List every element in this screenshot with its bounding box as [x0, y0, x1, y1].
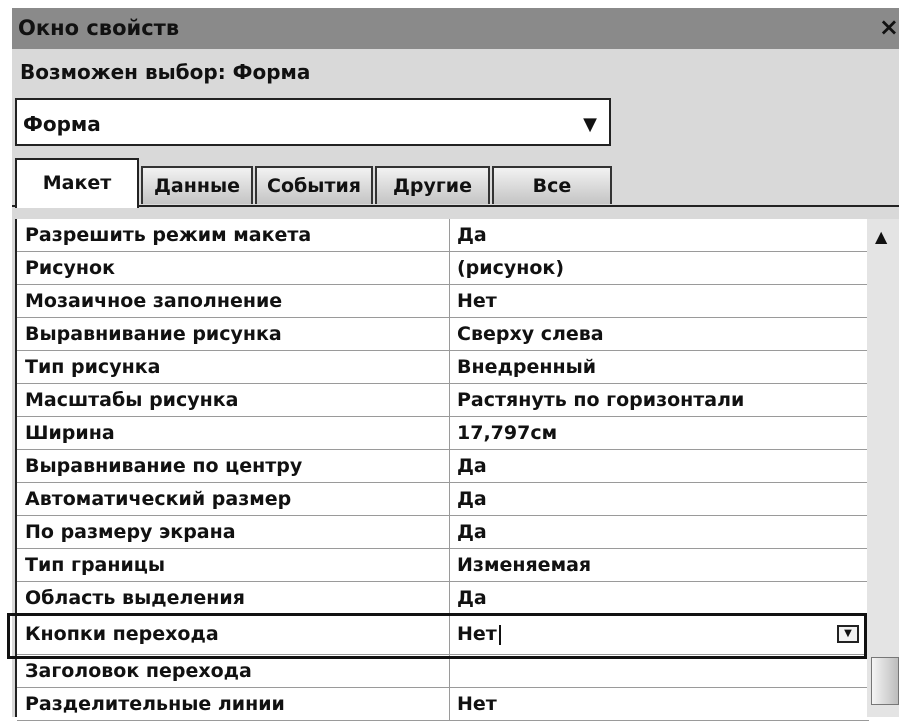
property-name: Выравнивание рисунка [25, 323, 282, 345]
property-row-selected[interactable]: Кнопки перехода Нет ▼ [17, 615, 869, 655]
property-name: Область выделения [25, 587, 245, 609]
property-row[interactable]: Тип границы Изменяемая [17, 549, 869, 582]
property-row[interactable]: Область выделения Да [17, 582, 869, 615]
property-row[interactable]: Ширина 17,797см [17, 417, 869, 450]
column-separator [449, 219, 450, 252]
property-row[interactable]: Заголовок перехода [17, 655, 869, 688]
property-row[interactable]: По размеру экрана Да [17, 516, 869, 549]
column-separator [449, 483, 450, 516]
property-name: Тип границы [25, 554, 166, 576]
property-value[interactable]: Да [457, 587, 487, 609]
property-value[interactable]: Изменяемая [457, 554, 591, 576]
property-name: Разрешить режим макета [25, 224, 312, 246]
object-selector-value: Форма [23, 112, 101, 136]
tab-data[interactable]: Данные [141, 166, 253, 204]
property-row[interactable]: Тип рисунка Внедренный [17, 351, 869, 384]
property-value[interactable]: Сверху слева [457, 323, 604, 345]
column-separator [449, 384, 450, 417]
property-value: Нет [457, 623, 497, 645]
property-name: Рисунок [25, 257, 115, 279]
property-row[interactable]: Мозаичное заполнение Нет [17, 285, 869, 318]
property-name: Разделительные линии [25, 693, 285, 715]
property-row[interactable]: Рисунок (рисунок) [17, 252, 869, 285]
property-value[interactable]: Нет [457, 290, 497, 312]
property-name: Кнопки перехода [25, 623, 219, 645]
property-row[interactable]: Разделительные линии Нет [17, 688, 869, 721]
property-row[interactable]: Автоматический размер Да [17, 483, 869, 516]
property-value[interactable]: Да [457, 521, 487, 543]
chevron-down-icon[interactable]: ▼ [837, 625, 859, 643]
property-row[interactable]: Выравнивание рисунка Сверху слева [17, 318, 869, 351]
property-name: Тип рисунка [25, 356, 161, 378]
column-separator [449, 516, 450, 549]
property-name: Мозаичное заполнение [25, 290, 283, 312]
column-separator [449, 318, 450, 351]
property-grid: Разрешить режим макета Да Рисунок (рисун… [15, 219, 869, 721]
selection-type-label: Возможен выбор: Форма [20, 60, 311, 84]
property-value[interactable]: Внедренный [457, 356, 596, 378]
property-row[interactable]: Масштабы рисунка Растянуть по горизонтал… [17, 384, 869, 417]
property-name: Заголовок перехода [25, 660, 252, 682]
property-name: Масштабы рисунка [25, 389, 239, 411]
column-separator [449, 688, 450, 721]
scrollbar-thumb[interactable] [871, 657, 899, 705]
vertical-scrollbar[interactable]: ▲ [867, 219, 899, 717]
text-caret [498, 624, 501, 645]
column-separator [449, 351, 450, 384]
column-separator [449, 582, 450, 615]
tab-other[interactable]: Другие [375, 166, 490, 204]
column-separator [449, 549, 450, 582]
close-icon[interactable]: × [879, 13, 899, 41]
object-selector-combo[interactable]: Форма ▼ [15, 98, 611, 146]
tab-all[interactable]: Все [492, 166, 612, 204]
tabs-divider [12, 205, 899, 207]
property-value[interactable]: Нет [457, 693, 497, 715]
property-name: По размеру экрана [25, 521, 236, 543]
property-row[interactable]: Выравнивание по центру Да [17, 450, 869, 483]
property-value[interactable]: Да [457, 224, 487, 246]
arrow-up-icon[interactable]: ▲ [875, 227, 887, 246]
column-separator [449, 450, 450, 483]
property-name: Ширина [25, 422, 115, 444]
column-separator [449, 655, 450, 688]
property-value[interactable]: Растянуть по горизонтали [457, 389, 744, 411]
tab-events[interactable]: События [255, 166, 373, 204]
property-row[interactable]: Разрешить режим макета Да [17, 219, 869, 252]
property-value[interactable]: (рисунок) [457, 257, 564, 279]
window-titlebar: Окно свойств × [12, 8, 899, 49]
property-name: Выравнивание по центру [25, 455, 303, 477]
column-separator [449, 417, 450, 450]
property-value-editor[interactable]: Нет [457, 623, 501, 645]
tab-layout[interactable]: Макет [15, 158, 139, 208]
column-separator [449, 252, 450, 285]
chevron-down-icon[interactable]: ▼ [583, 114, 597, 135]
property-value[interactable]: 17,797см [457, 422, 557, 444]
property-name: Автоматический размер [25, 488, 292, 510]
column-separator [449, 285, 450, 318]
window-title: Окно свойств [18, 16, 180, 40]
column-separator [449, 615, 450, 655]
property-value[interactable]: Да [457, 488, 487, 510]
property-value[interactable]: Да [457, 455, 487, 477]
